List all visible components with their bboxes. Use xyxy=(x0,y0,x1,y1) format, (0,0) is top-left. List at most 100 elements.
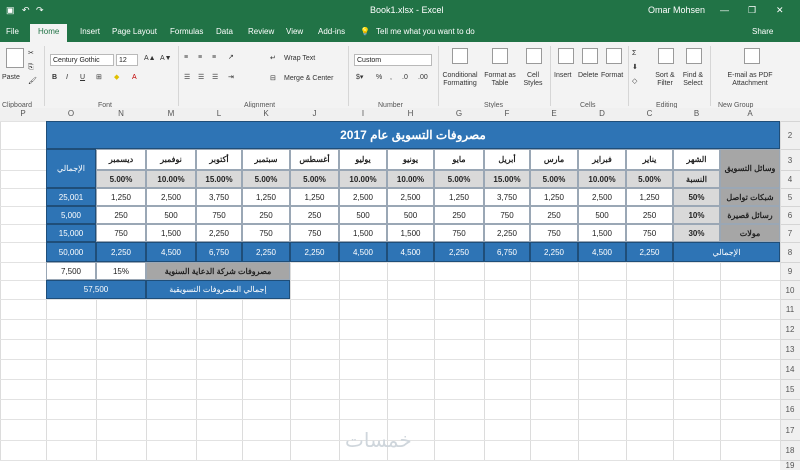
month-header[interactable]: فبراير xyxy=(578,149,626,170)
month-total[interactable]: 2,250 xyxy=(530,242,578,262)
month-percent[interactable]: 15.00% xyxy=(484,170,530,188)
close-icon[interactable]: ✕ xyxy=(776,5,784,16)
currency-icon[interactable]: $▾ xyxy=(356,74,363,82)
table-cell[interactable]: 1,500 xyxy=(387,224,434,242)
percent-icon[interactable]: % xyxy=(376,74,382,82)
header-month-label[interactable]: الشهر xyxy=(673,149,720,170)
table-cell[interactable]: 2,500 xyxy=(146,188,196,206)
column-header[interactable]: P xyxy=(0,109,46,118)
channel-name[interactable]: رسائل قصيرة xyxy=(720,206,780,224)
month-header[interactable]: يونيو xyxy=(387,149,434,170)
row-header[interactable]: 12 xyxy=(780,319,800,339)
month-total[interactable]: 6,750 xyxy=(484,242,530,262)
font-color-icon[interactable]: A xyxy=(132,74,137,82)
italic-icon[interactable]: I xyxy=(66,74,68,82)
format-as-table-icon[interactable] xyxy=(492,48,508,64)
totals-row-label[interactable]: الإجمالي xyxy=(673,242,780,262)
grand-total[interactable]: 50,000 xyxy=(46,242,96,262)
channel-name[interactable]: مولات xyxy=(720,224,780,242)
month-header[interactable]: مارس xyxy=(530,149,578,170)
font-size-select[interactable]: 12 xyxy=(116,54,138,66)
table-cell[interactable]: 1,250 xyxy=(96,188,146,206)
month-total[interactable]: 2,250 xyxy=(290,242,339,262)
row-header[interactable]: 9 xyxy=(780,262,800,280)
cut-icon[interactable]: ✂ xyxy=(28,50,34,58)
paste-icon[interactable] xyxy=(6,48,24,68)
wrap-text-button[interactable]: Wrap Text xyxy=(284,55,315,63)
bold-icon[interactable]: B xyxy=(52,74,57,82)
row-header[interactable]: 3 xyxy=(780,149,800,170)
table-cell[interactable]: 1,250 xyxy=(290,188,339,206)
table-cell[interactable]: 750 xyxy=(434,224,484,242)
row-header[interactable]: 14 xyxy=(780,359,800,379)
table-cell[interactable]: 250 xyxy=(530,206,578,224)
table-cell[interactable]: 500 xyxy=(146,206,196,224)
tab-page-layout[interactable]: Page Layout xyxy=(112,27,157,36)
month-percent[interactable]: 5.00% xyxy=(626,170,673,188)
table-cell[interactable]: 1,250 xyxy=(530,188,578,206)
tab-data[interactable]: Data xyxy=(216,27,233,36)
merge-center-button[interactable]: Merge & Center xyxy=(284,75,333,83)
row-header[interactable]: 5 xyxy=(780,188,800,206)
table-cell[interactable]: 2,500 xyxy=(578,188,626,206)
tab-formulas[interactable]: Formulas xyxy=(170,27,203,36)
row-header[interactable]: 15 xyxy=(780,379,800,399)
user-name[interactable]: Omar Mohsen xyxy=(648,5,705,15)
row-header[interactable]: 6 xyxy=(780,206,800,224)
find-select-icon[interactable] xyxy=(686,48,702,64)
sort-filter-button[interactable]: Sort & Filter xyxy=(650,72,680,88)
header-channel-label[interactable]: وسائل التسويق xyxy=(720,149,780,188)
month-header[interactable]: نوفمبر xyxy=(146,149,196,170)
table-cell[interactable]: 250 xyxy=(290,206,339,224)
month-percent[interactable]: 10.00% xyxy=(578,170,626,188)
table-cell[interactable]: 1,500 xyxy=(339,224,387,242)
month-total[interactable]: 6,750 xyxy=(196,242,242,262)
channel-percent[interactable]: 10% xyxy=(673,206,720,224)
undo-icon[interactable]: ↶ xyxy=(22,5,30,16)
merge-icon[interactable]: ⊟ xyxy=(270,75,276,83)
total-marketing-label[interactable]: إجمالي المصروفات التسويقية xyxy=(146,280,290,299)
column-header[interactable]: I xyxy=(339,109,387,118)
month-header[interactable]: أغسطس xyxy=(290,149,339,170)
column-header[interactable]: N xyxy=(96,109,146,118)
month-total[interactable]: 2,250 xyxy=(96,242,146,262)
table-cell[interactable]: 750 xyxy=(290,224,339,242)
header-percent-label[interactable]: النسبة xyxy=(673,170,720,188)
row-header[interactable]: 2 xyxy=(780,121,800,149)
comma-icon[interactable]: , xyxy=(390,74,392,82)
table-cell[interactable]: 3,750 xyxy=(196,188,242,206)
table-cell[interactable]: 750 xyxy=(242,224,290,242)
shrink-font-icon[interactable]: A▼ xyxy=(160,55,172,63)
month-total[interactable]: 2,250 xyxy=(434,242,484,262)
table-cell[interactable]: 250 xyxy=(242,206,290,224)
format-button[interactable]: Format xyxy=(601,72,623,80)
table-cell[interactable]: 2,500 xyxy=(387,188,434,206)
email-pdf-button[interactable]: E-mail as PDF Attachment xyxy=(712,72,788,88)
month-percent[interactable]: 5.00% xyxy=(96,170,146,188)
table-cell[interactable]: 1,250 xyxy=(626,188,673,206)
table-cell[interactable]: 2,250 xyxy=(484,224,530,242)
month-total[interactable]: 4,500 xyxy=(578,242,626,262)
column-header[interactable]: E xyxy=(530,109,578,118)
delete-cells-icon[interactable] xyxy=(582,48,598,64)
tab-review[interactable]: Review xyxy=(248,27,274,36)
font-name-select[interactable]: Century Gothic xyxy=(50,54,114,66)
column-header[interactable]: O xyxy=(46,109,96,118)
month-total[interactable]: 4,500 xyxy=(387,242,434,262)
align-top-icon[interactable]: ≡ xyxy=(184,54,188,62)
row-header[interactable]: 16 xyxy=(780,399,800,419)
column-header[interactable]: L xyxy=(196,109,242,118)
row-header[interactable]: 11 xyxy=(780,299,800,319)
table-cell[interactable]: 2,500 xyxy=(339,188,387,206)
month-header[interactable]: يناير xyxy=(626,149,673,170)
sort-filter-icon[interactable] xyxy=(658,48,674,64)
table-cell[interactable]: 250 xyxy=(434,206,484,224)
wrap-text-icon[interactable]: ↵ xyxy=(270,55,276,63)
delete-button[interactable]: Delete xyxy=(578,72,598,80)
increase-decimal-icon[interactable]: .0 xyxy=(402,74,408,82)
tell-me-box[interactable]: Tell me what you want to do xyxy=(376,27,475,36)
tab-home[interactable]: Home xyxy=(30,24,68,42)
month-percent[interactable]: 5.00% xyxy=(290,170,339,188)
month-header[interactable]: ديسمبر xyxy=(96,149,146,170)
fill-icon[interactable]: ⬇ xyxy=(632,64,638,72)
